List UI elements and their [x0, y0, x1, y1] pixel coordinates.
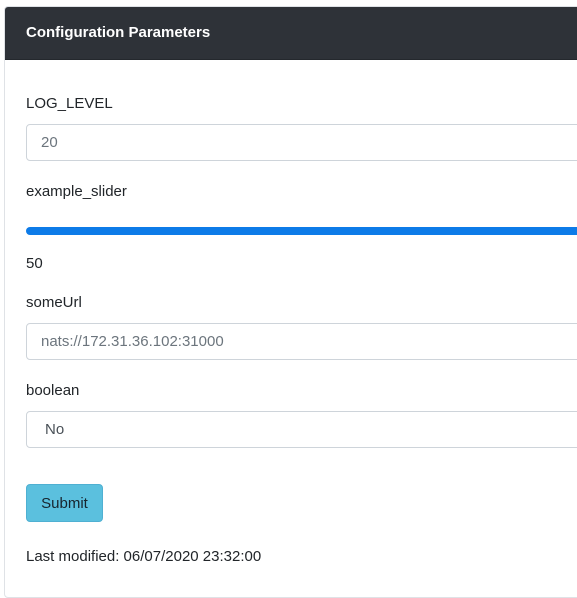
- last-modified-text: Last modified: 06/07/2020 23:32:00: [26, 548, 262, 565]
- example-slider-value: 50: [26, 255, 43, 272]
- some-url-input[interactable]: nats://172.31.36.102:31000: [26, 323, 577, 360]
- example-slider-label: example_slider: [26, 183, 127, 200]
- boolean-select[interactable]: No: [26, 411, 577, 448]
- boolean-label: boolean: [26, 382, 80, 399]
- log-level-label: LOG_LEVEL: [26, 95, 113, 112]
- card-header: Configuration Parameters: [5, 7, 577, 60]
- config-card: Configuration Parameters LOG_LEVEL 20 ex…: [4, 6, 577, 598]
- log-level-input[interactable]: 20: [26, 124, 577, 161]
- submit-button[interactable]: Submit: [26, 484, 103, 522]
- some-url-label: someUrl: [26, 294, 82, 311]
- example-slider-fill: [26, 227, 577, 235]
- example-slider[interactable]: [26, 227, 577, 235]
